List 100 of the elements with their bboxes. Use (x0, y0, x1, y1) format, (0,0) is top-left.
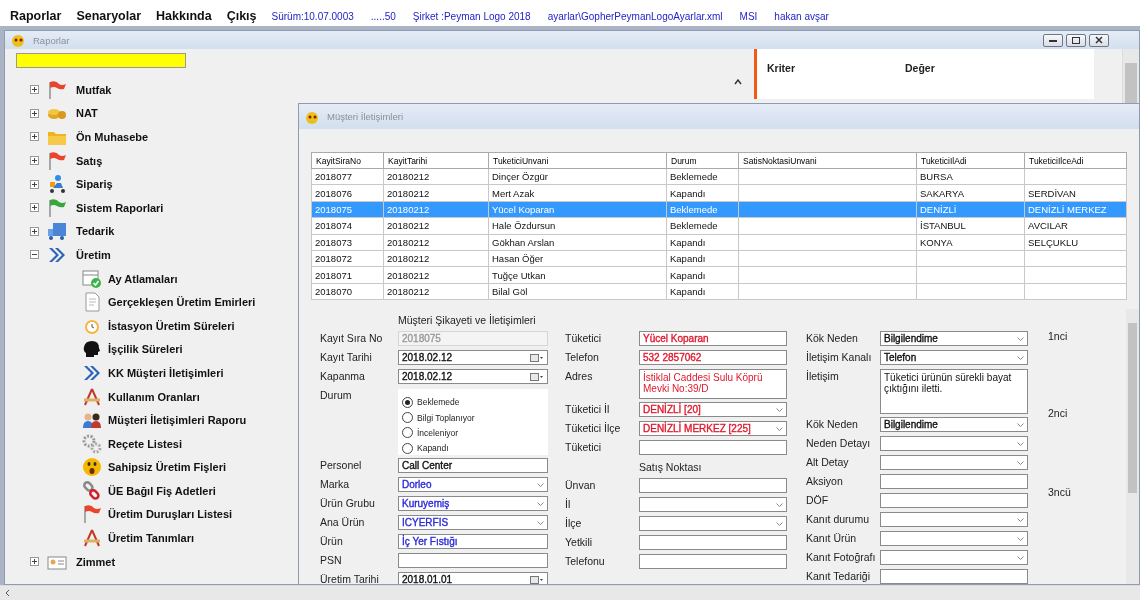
flag-icon (47, 150, 67, 171)
dropdown-field[interactable]: Dorleo (398, 477, 548, 493)
text-area[interactable]: İstiklal Caddesi Sulu Köprü Mevki No:39/D (639, 369, 787, 400)
dropdown-field[interactable] (880, 512, 1028, 528)
input-field[interactable] (639, 478, 787, 494)
column-header[interactable]: TuketiciIlAdi (916, 152, 1025, 169)
input-field[interactable]: 532 2857062 (639, 350, 787, 366)
calendar-dropdown-icon[interactable] (530, 575, 544, 584)
tree-item[interactable]: Sahipsiz Üretim Fişleri (108, 461, 226, 474)
expand-icon[interactable] (30, 85, 39, 95)
scrollbar[interactable] (0, 585, 1140, 600)
table-cell: 20180212 (383, 168, 489, 185)
tree-item[interactable]: İşçilik Süreleri (108, 343, 183, 356)
tree-item[interactable]: Reçete Listesi (108, 437, 182, 450)
input-field[interactable] (880, 569, 1028, 584)
menu-item[interactable]: Hakkında (156, 9, 212, 23)
tree-item[interactable]: Ay Atlamaları (108, 272, 178, 285)
dropdown-field[interactable] (880, 455, 1028, 471)
radio-button[interactable] (402, 427, 413, 439)
radio-button[interactable] (402, 442, 413, 454)
flag-icon (47, 79, 67, 100)
chevron-down-icon (1017, 460, 1024, 465)
table-cell: Hasan Öğer (488, 250, 667, 267)
expand-icon[interactable] (30, 557, 39, 567)
tree-item[interactable]: Sistem Raporlari (76, 201, 164, 214)
tree-item[interactable]: Zimmet (76, 555, 116, 568)
chevron-down-icon (1017, 422, 1024, 427)
dropdown-field[interactable] (880, 550, 1028, 566)
tree-item[interactable]: İstasyon Üretim Süreleri (108, 319, 235, 332)
search-field[interactable] (16, 53, 186, 68)
radio-option[interactable]: Bilgi Toplanıyor (402, 410, 548, 425)
restore-button[interactable] (1066, 33, 1086, 47)
radio-button[interactable] (402, 396, 413, 408)
dropdown-field[interactable] (639, 516, 787, 532)
section-label: 2nci (1048, 407, 1069, 422)
expand-icon[interactable] (30, 226, 39, 236)
tree-item[interactable]: ÜE Bağıl Fiş Adetleri (108, 484, 216, 497)
dropdown-field[interactable]: DENİZLİ MERKEZ [225] (639, 421, 787, 437)
tree-item[interactable]: Satış (76, 154, 103, 167)
calendar-dropdown-icon[interactable] (530, 353, 544, 362)
expand-icon[interactable] (30, 156, 39, 166)
column-header[interactable]: SatisNoktasiUnvani (738, 152, 917, 169)
column-header[interactable]: Durum (666, 152, 739, 169)
input-field[interactable]: Call Center (398, 458, 548, 474)
radio-option[interactable]: Kapandı (402, 440, 548, 456)
tree-item[interactable]: Gerçekleşen Üretim Emirleri (108, 296, 256, 309)
dropdown-field[interactable] (880, 531, 1028, 547)
expand-icon[interactable] (30, 132, 39, 142)
scrollbar[interactable] (1126, 309, 1139, 584)
column-header[interactable]: KayitSiraNo (311, 152, 384, 169)
tree-item[interactable]: Mutfak (76, 83, 112, 96)
input-field[interactable] (880, 474, 1028, 490)
radio-option[interactable]: İnceleniyor (402, 425, 548, 440)
input-field[interactable]: İç Yer Fıstığı (398, 534, 548, 550)
radio-button[interactable] (402, 412, 413, 423)
tree-item[interactable]: Sipariş (76, 178, 113, 191)
tree-item[interactable]: Ön Muhasebe (76, 131, 149, 143)
expand-icon[interactable] (30, 108, 39, 118)
column-header[interactable]: TuketiciUnvani (488, 152, 667, 169)
dropdown-field[interactable] (639, 497, 787, 513)
tree-item[interactable]: KK Müşteri İletişimleri (108, 366, 224, 379)
calendar-dropdown-icon[interactable] (530, 372, 544, 381)
input-field[interactable] (639, 554, 787, 570)
tree-item[interactable]: Tedarik (76, 225, 115, 238)
table-cell: 2018071 (311, 266, 384, 284)
close-button[interactable] (1089, 33, 1109, 47)
dropdown-field[interactable]: Kuruyemiş (398, 496, 548, 512)
menu-item[interactable]: Çıkış (226, 9, 257, 23)
text-area[interactable]: Tüketici ürünün sürekli bayat çıktığını iletti. (880, 369, 1028, 415)
date-field[interactable]: 2018.02.12 (398, 350, 548, 366)
input-field[interactable] (639, 440, 787, 456)
column-header[interactable]: TuketiciIlceAdi (1024, 152, 1127, 169)
expand-icon[interactable] (30, 179, 39, 189)
tree-item[interactable]: Üretim Duruşları Listesi (108, 508, 233, 521)
minimize-button[interactable] (1043, 33, 1063, 47)
dropdown-field[interactable]: Bilgilendime (880, 417, 1028, 433)
expand-icon[interactable] (30, 203, 39, 213)
tree-item[interactable]: Üretim Tanımları (108, 532, 194, 545)
menu-item[interactable]: Senaryolar (76, 9, 142, 23)
tree-item[interactable]: Kullanım Oranları (108, 390, 200, 403)
input-field[interactable] (398, 553, 548, 569)
dropdown-field[interactable]: ICYERFIS (398, 515, 548, 531)
radio-option[interactable]: Beklemede (402, 395, 548, 410)
table-cell: Kapandı (666, 283, 739, 300)
input-field[interactable] (639, 535, 787, 551)
dropdown-field[interactable]: Bilgilendime (880, 331, 1028, 347)
dropdown-field[interactable]: DENİZLİ [20] (639, 402, 787, 418)
input-field[interactable]: Yücel Koparan (639, 331, 787, 347)
collapse-icon[interactable] (30, 250, 39, 260)
date-field[interactable]: 2018.02.12 (398, 369, 548, 385)
menu-item[interactable]: Raporlar (10, 9, 62, 23)
column-header[interactable]: KayitTarihi (383, 152, 489, 169)
tree-item[interactable]: Müşteri İletişimleri Raporu (108, 414, 247, 427)
tree-item[interactable]: Üretim (76, 248, 111, 261)
caret-up-icon[interactable] (734, 79, 742, 85)
dropdown-field[interactable]: Telefon (880, 350, 1028, 366)
input-field[interactable] (880, 493, 1028, 509)
tree-item[interactable]: NAT (76, 107, 98, 120)
date-field[interactable]: 2018.01.01 (398, 572, 548, 584)
dropdown-field[interactable] (880, 436, 1028, 452)
